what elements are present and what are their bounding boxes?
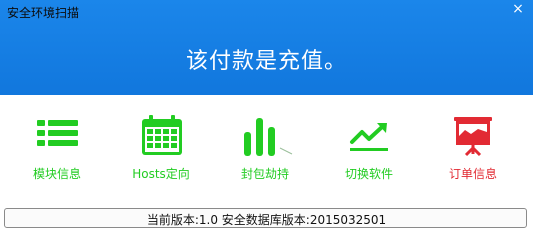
feature-packet-hijack-label: 封包劫持 xyxy=(240,167,289,181)
app-window: 安全环境扫描 × 该付款是充值。 模块信息 Hosts定向 封包劫持 切换软件 … xyxy=(0,0,533,235)
presentation-chart-icon xyxy=(454,117,492,157)
calendar-icon xyxy=(142,115,182,155)
feature-module-info-label: 模块信息 xyxy=(32,167,81,181)
trend-up-icon xyxy=(350,123,388,151)
headline-text: 该付款是充值。 xyxy=(185,49,347,74)
close-button[interactable]: × xyxy=(510,2,526,16)
header-banner: 安全环境扫描 × 该付款是充值。 xyxy=(0,0,533,95)
feature-hosts-redirect-label: Hosts定向 xyxy=(132,167,190,181)
feature-hosts-redirect-button[interactable]: Hosts定向 xyxy=(116,108,206,184)
feature-order-info-label: 订单信息 xyxy=(448,167,497,181)
version-info-text: 当前版本:1.0 安全数据库版本:2015032501 xyxy=(146,213,387,227)
bar-chart-icon xyxy=(244,118,293,156)
feature-switch-software-label: 切换软件 xyxy=(344,167,393,181)
feature-toolbar: 模块信息 Hosts定向 封包劫持 切换软件 订单信息 xyxy=(0,108,533,188)
window-title: 安全环境扫描 xyxy=(7,6,80,20)
feature-order-info-button[interactable]: 订单信息 xyxy=(428,108,518,184)
feature-packet-hijack-button[interactable]: 封包劫持 xyxy=(220,108,310,184)
feature-switch-software-button[interactable]: 切换软件 xyxy=(324,108,414,184)
feature-module-info-button[interactable]: 模块信息 xyxy=(12,108,102,184)
status-bar: 当前版本:1.0 安全数据库版本:2015032501 xyxy=(4,208,527,228)
list-icon xyxy=(37,120,78,146)
